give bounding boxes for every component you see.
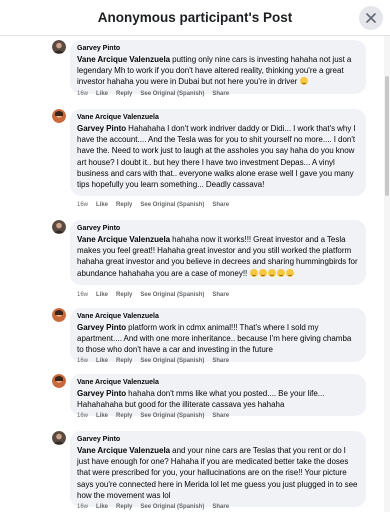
like-button[interactable]: Like [96, 202, 108, 208]
like-button[interactable]: Like [96, 413, 108, 419]
mention-link[interactable]: Vane Arcique Valenzuela [77, 55, 170, 64]
comment-bubble: Vane Arcique Valenzuela Garvey Pinto hah… [70, 374, 366, 417]
laugh-emoji-icon [268, 268, 277, 277]
comment-bubble: Vane Arcique Valenzuela Garvey Pinto pla… [70, 308, 366, 362]
dialog-title: Anonymous participant's Post [97, 10, 293, 25]
like-button[interactable]: Like [96, 91, 108, 97]
reply-button[interactable]: Reply [116, 504, 132, 510]
comment-bubble: Garvey Pinto Vane Arcique Valenzuela and… [70, 431, 366, 508]
reply-button[interactable]: Reply [116, 202, 132, 208]
comment-text: Garvey Pinto platform work in cdmx anima… [77, 322, 359, 356]
post-dialog: Anonymous participant's Post Garvey Pint… [0, 0, 390, 512]
close-button[interactable] [359, 6, 383, 30]
avatar[interactable] [52, 109, 66, 123]
reply-button[interactable]: Reply [116, 413, 132, 419]
comment-bubble: Vane Arcique Valenzuela Garvey Pinto Hah… [70, 109, 366, 197]
comment-author[interactable]: Vane Arcique Valenzuela [77, 113, 359, 122]
see-original-button[interactable]: See Original (Spanish) [140, 358, 204, 364]
share-button[interactable]: Share [212, 504, 229, 510]
comment-body: Hahahaha I don't work indriver daddy or … [77, 124, 356, 190]
comment-timestamp[interactable]: 16w [77, 91, 88, 97]
share-button[interactable]: Share [212, 358, 229, 364]
avatar[interactable] [52, 374, 66, 388]
mention-link[interactable]: Vane Arcique Valenzuela [77, 235, 170, 244]
comment-actions: 16w Like Reply See Original (Spanish) Sh… [77, 358, 229, 364]
comment-text: Garvey Pinto hahaha don't mms like what … [77, 388, 359, 410]
reply-button[interactable]: Reply [116, 358, 132, 364]
comment-timestamp[interactable]: 16w [77, 292, 88, 298]
comments-list: Garvey Pinto Vane Arcique Valenzuela put… [0, 36, 390, 512]
comment-bubble: Garvey Pinto Vane Arcique Valenzuela hah… [70, 220, 366, 285]
comment-actions: 16w Like Reply See Original (Spanish) Sh… [77, 504, 229, 510]
comment-text: Garvey Pinto Hahahaha I don't work indri… [77, 123, 359, 190]
close-icon [366, 13, 376, 23]
avatar[interactable] [52, 308, 66, 322]
share-button[interactable]: Share [212, 202, 229, 208]
comment-author[interactable]: Garvey Pinto [77, 224, 359, 233]
laugh-emoji-icon [250, 268, 259, 277]
share-button[interactable]: Share [212, 91, 229, 97]
comment-text: Vane Arcique Valenzuela and your nine ca… [77, 445, 359, 501]
comment-author[interactable]: Vane Arcique Valenzuela [77, 378, 359, 387]
comment-bubble: Garvey Pinto Vane Arcique Valenzuela put… [70, 40, 366, 94]
see-original-button[interactable]: See Original (Spanish) [140, 202, 204, 208]
see-original-button[interactable]: See Original (Spanish) [140, 91, 204, 97]
comment-text: Vane Arcique Valenzuela putting only nin… [77, 54, 359, 88]
laugh-emoji-icon [286, 268, 295, 277]
comment-timestamp[interactable]: 16w [77, 358, 88, 364]
mention-link[interactable]: Garvey Pinto [77, 323, 126, 332]
like-button[interactable]: Like [96, 292, 108, 298]
mention-link[interactable]: Garvey Pinto [77, 124, 126, 133]
dialog-header: Anonymous participant's Post [0, 0, 390, 36]
like-button[interactable]: Like [96, 358, 108, 364]
comment-timestamp[interactable]: 16w [77, 504, 88, 510]
like-button[interactable]: Like [96, 504, 108, 510]
avatar[interactable] [52, 431, 66, 445]
comment-text: Vane Arcique Valenzuela hahaha now it wo… [77, 234, 359, 279]
comment-author[interactable]: Vane Arcique Valenzuela [77, 312, 359, 321]
reply-button[interactable]: Reply [116, 91, 132, 97]
comment-timestamp[interactable]: 16w [77, 202, 88, 208]
comment-actions: 16w Like Reply See Original (Spanish) Sh… [77, 292, 229, 298]
scrollbar[interactable] [384, 36, 390, 512]
comment-actions: 16w Like Reply See Original (Spanish) Sh… [77, 413, 229, 419]
comment-actions: 16w Like Reply See Original (Spanish) Sh… [77, 91, 229, 97]
share-button[interactable]: Share [212, 413, 229, 419]
see-original-button[interactable]: See Original (Spanish) [140, 292, 204, 298]
see-original-button[interactable]: See Original (Spanish) [140, 413, 204, 419]
reply-button[interactable]: Reply [116, 292, 132, 298]
comment-timestamp[interactable]: 16w [77, 413, 88, 419]
laugh-emoji-icon [300, 77, 309, 86]
laugh-emoji-icon [277, 268, 286, 277]
share-button[interactable]: Share [212, 292, 229, 298]
comment-author[interactable]: Garvey Pinto [77, 435, 359, 444]
scrollbar-thumb[interactable] [385, 76, 389, 196]
mention-link[interactable]: Vane Arcique Valenzuela [77, 446, 170, 455]
mention-link[interactable]: Garvey Pinto [77, 389, 126, 398]
comment-author[interactable]: Garvey Pinto [77, 44, 359, 53]
comment-actions: 16w Like Reply See Original (Spanish) Sh… [77, 202, 229, 208]
avatar[interactable] [52, 40, 66, 54]
laugh-emoji-icon [259, 268, 268, 277]
avatar[interactable] [52, 220, 66, 234]
see-original-button[interactable]: See Original (Spanish) [140, 504, 204, 510]
